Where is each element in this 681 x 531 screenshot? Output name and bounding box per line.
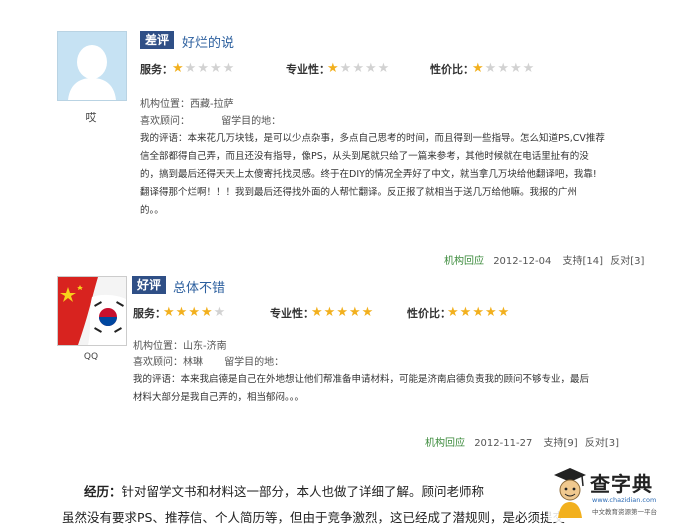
star-filled-icon: ★ — [188, 305, 200, 320]
comment-line: 材料大部分是我自己弄的，相当郁闷。。。 — [133, 392, 305, 403]
consultant-label: 喜欢顾问：林琳 — [133, 357, 203, 368]
star-empty-icon: ★ — [522, 61, 535, 76]
rating-badge: 差评 — [140, 31, 175, 49]
watermark-url: www.chazidian.com — [592, 496, 657, 504]
oppose-button[interactable]: 反对[3] — [585, 438, 619, 449]
value-stars: ★ ★ ★ ★ ★ — [472, 62, 534, 75]
review-date: 2012-12-04 — [493, 256, 552, 267]
star-filled-icon: ★ — [336, 305, 348, 320]
star-filled-icon: ★ — [484, 305, 497, 320]
star-empty-icon: ★ — [197, 61, 209, 76]
star-filled-icon: ★ — [327, 61, 339, 76]
site-watermark: 查字典 www.chazidian.com 中文教育资源第一平台 — [548, 464, 678, 522]
comment-line: 信全部都得自己弄，而且还没有指导，像PS，从头到尾就只给了一篇来参考，其他时候就… — [140, 151, 589, 162]
star-filled-icon: ★ — [200, 305, 213, 320]
institution-location: 机构位置：西藏-拉萨 — [140, 99, 234, 110]
flags-avatar-icon — [58, 277, 126, 345]
comment-line: 翻译得那个烂啊！！！我到最后还得找外面的人帮忙翻译。反正报了就相当于送几万给他嘛… — [140, 187, 578, 198]
star-empty-icon: ★ — [222, 61, 235, 76]
service-stars: ★ ★ ★ ★ ★ — [172, 62, 234, 75]
comment-line: 我的评语：本来我启德是自己在外地想让他们帮准备申请材料，可能是济南启德负责我的顾… — [133, 374, 590, 385]
star-filled-icon: ★ — [311, 305, 323, 320]
watermark-name: 查字典 — [590, 472, 653, 496]
star-filled-icon: ★ — [472, 61, 484, 76]
star-empty-icon: ★ — [377, 61, 390, 76]
review-footer: 机构回应 2012-11-27 支持[9] 反对[3] — [425, 434, 619, 449]
review-comment: 我的评语：本来我启德是自己在外地想让他们帮准备申请材料，可能是济南启德负责我的顾… — [133, 371, 653, 407]
star-empty-icon: ★ — [497, 61, 509, 76]
consultant-line: 喜欢顾问：林琳 留学目的地： — [133, 355, 284, 371]
star-filled-icon: ★ — [472, 305, 484, 320]
star-filled-icon: ★ — [361, 305, 374, 320]
user-name[interactable]: 哎 — [57, 109, 125, 125]
review-comment: 我的评语：本来花几万块钱，是可以少点杂事，多点自己思考的时间，而且得到一些指导。… — [140, 130, 650, 220]
star-empty-icon: ★ — [509, 61, 522, 76]
rating-label-service: 服务： — [140, 63, 173, 76]
institution-reply-link[interactable]: 机构回应 — [425, 438, 465, 449]
default-avatar-icon — [58, 32, 126, 100]
star-empty-icon: ★ — [364, 61, 377, 76]
professional-stars: ★ ★ ★ ★ ★ — [327, 62, 389, 75]
watermark-tagline: 中文教育资源第一平台 — [592, 508, 657, 516]
user-avatar[interactable] — [57, 31, 127, 101]
star-filled-icon: ★ — [323, 305, 336, 320]
rating-label-professional: 专业性： — [286, 63, 330, 76]
review-title: 总体不错 — [173, 281, 226, 296]
star-empty-icon: ★ — [213, 305, 226, 320]
star-empty-icon: ★ — [352, 61, 364, 76]
institution-location: 机构位置：山东-济南 — [133, 341, 227, 352]
institution-reply-link[interactable]: 机构回应 — [444, 256, 484, 267]
rating-label-value: 性价比： — [407, 307, 451, 320]
consultant-line: 喜欢顾问： 留学目的地： — [140, 114, 281, 130]
rating-label-professional: 专业性： — [270, 307, 314, 320]
star-filled-icon: ★ — [447, 305, 459, 320]
user-avatar[interactable] — [57, 276, 127, 346]
comment-line: 我的评语：本来花几万块钱，是可以少点杂事，多点自己思考的时间，而且得到一些指导。… — [140, 133, 605, 144]
star-empty-icon: ★ — [209, 61, 222, 76]
support-button[interactable]: 支持[14] — [563, 256, 604, 267]
star-filled-icon: ★ — [163, 305, 175, 320]
star-filled-icon: ★ — [348, 305, 361, 320]
comment-line: 的，搞到最后还得天天上太傻寄托找灵感。终于在DIY的情况全弄好了中文，就当拿几万… — [140, 169, 597, 180]
destination-label: 留学目的地： — [221, 116, 282, 127]
comment-line: 的。。 — [140, 205, 164, 216]
value-stars: ★ ★ ★ ★ ★ — [447, 306, 509, 319]
review-title: 好烂的说 — [182, 36, 235, 51]
review-date: 2012-11-27 — [474, 438, 533, 449]
rating-label-service: 服务： — [133, 307, 166, 320]
consultant-label: 喜欢顾问： — [140, 116, 190, 127]
star-empty-icon: ★ — [184, 61, 197, 76]
star-filled-icon: ★ — [175, 305, 188, 320]
professional-stars: ★ ★ ★ ★ ★ — [311, 306, 373, 319]
section-heading: 经历： — [84, 484, 122, 499]
review-footer: 机构回应 2012-12-04 支持[14] 反对[3] — [444, 252, 644, 267]
star-filled-icon: ★ — [497, 305, 510, 320]
star-empty-icon: ★ — [484, 61, 497, 76]
star-filled-icon: ★ — [459, 305, 472, 320]
star-filled-icon: ★ — [172, 61, 184, 76]
oppose-button[interactable]: 反对[3] — [610, 256, 644, 267]
rating-badge: 好评 — [132, 276, 167, 294]
support-button[interactable]: 支持[9] — [544, 438, 578, 449]
service-stars: ★ ★ ★ ★ ★ — [163, 306, 225, 319]
graduate-mascot-icon — [554, 468, 586, 518]
rating-label-value: 性价比： — [430, 63, 474, 76]
user-name[interactable]: QQ — [57, 352, 125, 362]
destination-label: 留学目的地： — [224, 357, 285, 368]
star-empty-icon: ★ — [339, 61, 352, 76]
